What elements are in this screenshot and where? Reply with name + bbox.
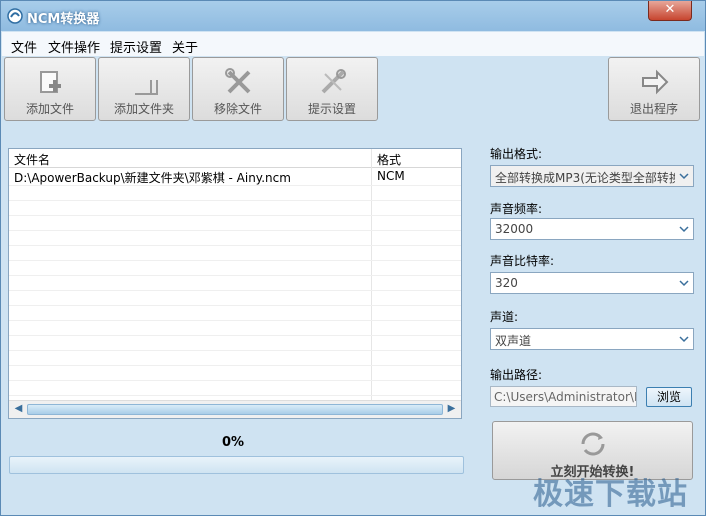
remove-file-button[interactable]: 移除文件: [192, 57, 284, 121]
row-divider: [9, 305, 461, 306]
app-logo-icon: [7, 8, 23, 24]
menu-prompt-settings[interactable]: 提示设置: [110, 37, 162, 56]
title-bar: NCM转换器 ✕: [1, 1, 705, 31]
scroll-left-icon[interactable]: ◀: [11, 402, 26, 416]
row-divider: [9, 365, 461, 366]
menu-bar: 文件 文件操作 提示设置 关于: [2, 32, 704, 56]
row-divider: [9, 275, 461, 276]
column-header-filename[interactable]: 文件名: [14, 151, 50, 168]
menu-file-operations[interactable]: 文件操作: [48, 37, 100, 56]
row-divider: [9, 185, 461, 186]
output-path-label: 输出路径:: [490, 368, 543, 382]
row-divider: [9, 380, 461, 381]
close-button[interactable]: ✕: [648, 1, 692, 21]
channel-label: 声道:: [490, 310, 519, 324]
progress-bar: [9, 456, 464, 474]
row-divider: [9, 350, 461, 351]
output-path-input[interactable]: C:\Users\Administrator\De: [490, 386, 637, 407]
channel-value: 双声道: [495, 334, 532, 348]
output-format-select[interactable]: 全部转换成MP3(无论类型全部转换: [490, 165, 694, 187]
row-divider: [9, 320, 461, 321]
browse-button[interactable]: 浏览: [646, 387, 692, 407]
bitrate-label: 声音比特率:: [490, 254, 555, 268]
add-file-label: 添加文件: [25, 102, 74, 116]
row-divider: [9, 260, 461, 261]
row-divider: [9, 290, 461, 291]
bitrate-select[interactable]: 320: [490, 272, 694, 294]
watermark-logo: 极速下载站: [533, 477, 688, 512]
add-file-button[interactable]: 添加文件: [4, 57, 96, 121]
file-list[interactable]: 文件名 格式 D:\ApowerBackup\新建文件夹\邓紫棋 - Ainy.…: [8, 148, 462, 419]
progress-percent: 0%: [222, 435, 245, 450]
exit-label: 退出程序: [629, 102, 678, 116]
tools-icon: [321, 69, 346, 94]
list-header: 文件名 格式: [9, 149, 461, 168]
row-divider: [9, 335, 461, 336]
column-header-format[interactable]: 格式: [377, 151, 401, 168]
chevron-down-icon: [679, 226, 689, 233]
menu-file[interactable]: 文件: [11, 37, 37, 56]
add-file-icon: [40, 71, 61, 93]
prompt-settings-button[interactable]: 提示设置: [286, 57, 378, 121]
row-divider: [9, 215, 461, 216]
row-format: NCM: [377, 169, 405, 183]
row-divider: [9, 200, 461, 201]
add-folder-icon: [135, 80, 158, 95]
exit-arrow-icon: [642, 69, 669, 95]
scrollbar-thumb[interactable]: [27, 404, 443, 415]
row-divider: [9, 395, 461, 396]
add-folder-label: 添加文件夹: [113, 102, 174, 116]
output-format-value: 全部转换成MP3(无论类型全部转换: [495, 171, 675, 185]
remove-file-label: 移除文件: [213, 102, 262, 116]
row-divider: [9, 230, 461, 231]
window-title: NCM转换器: [27, 12, 100, 27]
sample-rate-select[interactable]: 32000: [490, 218, 694, 240]
sample-rate-value: 32000: [495, 222, 534, 236]
scroll-right-icon[interactable]: ▶: [444, 402, 459, 416]
convert-icon: [581, 432, 605, 456]
bitrate-value: 320: [495, 276, 518, 290]
chevron-down-icon: [679, 280, 689, 287]
exit-button[interactable]: 退出程序: [608, 57, 700, 121]
output-format-label: 输出格式:: [490, 147, 543, 161]
prompt-settings-label: 提示设置: [307, 102, 356, 116]
wrench-screwdriver-icon: [225, 68, 251, 94]
chevron-down-icon: [679, 336, 689, 343]
channel-select[interactable]: 双声道: [490, 328, 694, 350]
menu-about[interactable]: 关于: [172, 37, 198, 56]
row-divider: [9, 245, 461, 246]
add-folder-button[interactable]: 添加文件夹: [98, 57, 190, 121]
sample-rate-label: 声音频率:: [490, 202, 543, 216]
horizontal-scrollbar[interactable]: ◀ ▶: [9, 400, 461, 418]
chevron-down-icon: [679, 173, 689, 180]
app-window: NCM转换器 ✕ 文件 文件操作 提示设置 关于 添加文件 添加文件夹 移除文件: [0, 0, 706, 516]
row-filename: D:\ApowerBackup\新建文件夹\邓紫棋 - Ainy.ncm: [14, 171, 291, 185]
